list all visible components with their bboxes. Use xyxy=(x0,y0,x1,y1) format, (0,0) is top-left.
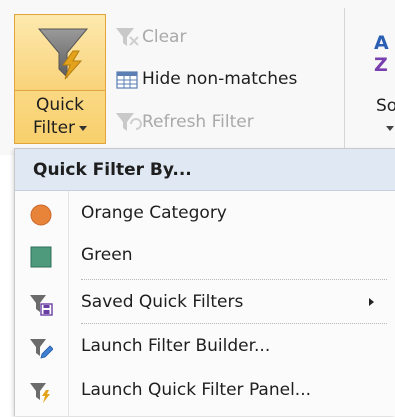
menu-item-label: Green xyxy=(81,245,133,265)
menu-item-launch-filter-builder[interactable]: Launch Filter Builder... xyxy=(15,327,395,367)
sort-button[interactable]: A Z So xyxy=(348,24,395,144)
quick-filter-button[interactable]: Quick Filter xyxy=(14,14,106,144)
menu-item-label: Orange Category xyxy=(81,203,227,223)
refresh-filter-label: Refresh Filter xyxy=(142,112,254,132)
menu-item-green[interactable]: Green xyxy=(15,236,395,276)
chevron-down-icon xyxy=(79,125,88,131)
menu-header-title: Quick Filter By... xyxy=(33,160,192,180)
clear-filter-label: Clear xyxy=(142,27,187,47)
sort-z-letter: Z xyxy=(374,54,388,76)
menu-item-launch-quick-filter-panel[interactable]: Launch Quick Filter Panel... xyxy=(15,371,395,411)
chevron-down-icon xyxy=(386,126,394,131)
funnel-pencil-icon xyxy=(30,339,53,359)
quick-filter-button-top[interactable] xyxy=(15,15,105,91)
orange-circle-icon xyxy=(30,204,52,226)
quick-filter-label-line2-text: Filter xyxy=(32,118,76,138)
ribbon: Quick Filter Clear Hide non-matches Refr… xyxy=(0,0,395,155)
green-square-icon xyxy=(30,246,52,268)
menu-item-saved-quick-filters[interactable]: Saved Quick Filters xyxy=(15,283,395,323)
menu-item-label: Launch Filter Builder... xyxy=(81,336,271,356)
quick-filter-label-line2[interactable]: Filter xyxy=(15,118,105,138)
menu-item-label: Launch Quick Filter Panel... xyxy=(81,380,312,400)
funnel-lightning-icon xyxy=(30,383,50,403)
clear-filter-button[interactable]: Clear xyxy=(114,24,186,50)
table-filter-icon xyxy=(116,71,138,89)
funnel-clear-icon xyxy=(116,28,139,46)
sort-label: So xyxy=(376,96,395,116)
chevron-right-icon xyxy=(369,298,374,306)
quick-filter-menu: Quick Filter By... Orange Category Green… xyxy=(14,148,395,417)
menu-header: Quick Filter By... xyxy=(15,149,395,191)
funnel-refresh-icon xyxy=(116,113,142,131)
hide-non-matches-label: Hide non-matches xyxy=(142,69,298,89)
sort-az-icon: A xyxy=(374,32,389,54)
menu-item-label: Saved Quick Filters xyxy=(81,292,244,312)
menu-separator xyxy=(81,323,387,324)
menu-item-orange-category[interactable]: Orange Category xyxy=(15,194,395,234)
refresh-filter-button[interactable]: Refresh Filter xyxy=(114,109,254,135)
ribbon-group-divider xyxy=(344,8,345,148)
hide-non-matches-button[interactable]: Hide non-matches xyxy=(114,66,297,92)
funnel-lightning-icon xyxy=(37,28,89,80)
funnel-save-icon xyxy=(30,295,53,316)
quick-filter-label-line1: Quick xyxy=(35,95,85,115)
menu-separator xyxy=(81,279,387,280)
